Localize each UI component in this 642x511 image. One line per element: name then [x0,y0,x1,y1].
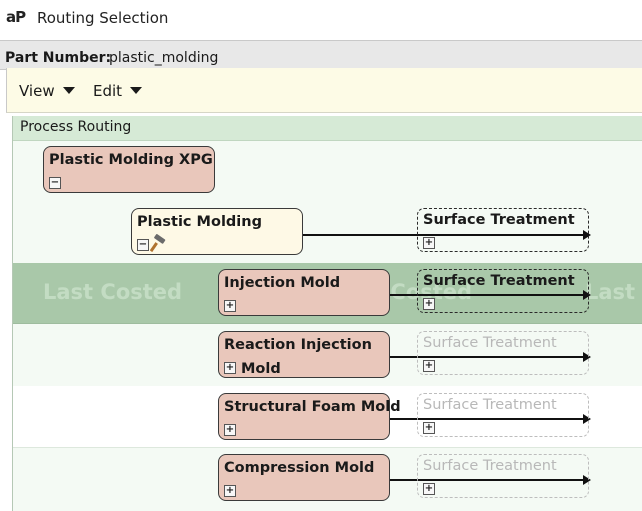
node-label: Surface Treatment [423,458,557,474]
process-routing-panel: Process Routing Last Costed Last Costed … [12,116,642,511]
node-plastic-molding[interactable]: Plastic Molding − [131,208,303,255]
node-label: Surface Treatment [423,397,557,413]
window-title: Routing Selection [37,9,169,27]
node-surface-treatment[interactable]: Surface Treatment + [417,331,589,375]
expand-icon[interactable]: + [423,298,435,310]
part-number-label: Part Number: [5,50,112,66]
node-label: Surface Treatment [423,335,557,351]
node-label: Structural Foam Mold [224,399,401,415]
node-surface-treatment[interactable]: Surface Treatment + [417,269,589,313]
node-label-line2: Mold [241,361,281,377]
node-injection-mold[interactable]: Injection Mold + [218,269,390,316]
collapse-icon[interactable]: − [49,177,61,189]
expand-icon[interactable]: + [224,300,236,312]
node-surface-treatment[interactable]: Surface Treatment + [417,208,589,252]
last-costed-watermark: Last Costed [585,280,642,304]
node-label: Surface Treatment [423,273,575,289]
node-label: Injection Mold [224,275,341,291]
view-menu-label: View [19,82,55,100]
node-label: Plastic Molding XPG [49,152,213,168]
part-number-bar: Part Number: plastic_molding [0,40,642,70]
process-routing-header: Process Routing [13,116,642,141]
hammer-icon [150,234,166,252]
node-label: Plastic Molding [137,214,262,230]
title-bar: aP Routing Selection [0,0,642,38]
last-costed-watermark: Last Costed [43,280,183,304]
edit-menu[interactable]: Edit [93,82,143,100]
app-logo: aP [6,8,26,26]
node-surface-treatment[interactable]: Surface Treatment + [417,393,589,437]
node-label: Surface Treatment [423,212,575,228]
process-routing-title: Process Routing [20,119,132,135]
expand-icon[interactable]: + [423,360,435,372]
collapse-icon[interactable]: − [137,239,149,251]
menu-bar: View Edit [6,68,642,113]
node-plastic-molding-xpg[interactable]: Plastic Molding XPG − [43,146,215,193]
edit-menu-label: Edit [93,82,123,100]
node-reaction-injection-mold[interactable]: Reaction Injection + Mold [218,331,390,378]
expand-icon[interactable]: + [423,422,435,434]
node-label: Compression Mold [224,460,375,476]
expand-icon[interactable]: + [224,485,236,497]
chevron-down-icon [62,87,75,94]
expand-icon[interactable]: + [423,483,435,495]
expand-icon[interactable]: + [423,237,435,249]
expand-icon[interactable]: + [224,362,236,374]
part-number-value: plastic_molding [109,50,219,66]
node-surface-treatment[interactable]: Surface Treatment + [417,454,589,498]
node-compression-mold[interactable]: Compression Mold + [218,454,390,501]
view-menu[interactable]: View [19,82,75,100]
expand-icon[interactable]: + [224,424,236,436]
chevron-down-icon [130,87,143,94]
node-label: Reaction Injection [224,337,372,353]
node-structural-foam-mold[interactable]: Structural Foam Mold + [218,393,401,440]
